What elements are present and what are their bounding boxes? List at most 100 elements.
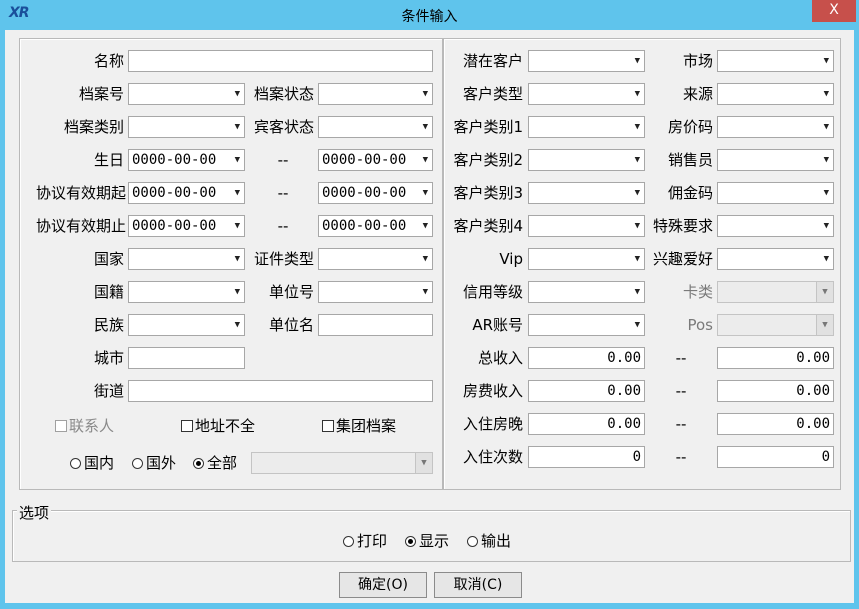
customer-type-combo[interactable]: ▼: [528, 83, 645, 105]
city-label: 城市: [93, 349, 124, 367]
chevron-down-icon: ▼: [234, 122, 240, 132]
agreement-start-from-value: 0000-00-00: [132, 185, 217, 201]
hobby-combo[interactable]: ▼: [717, 248, 834, 270]
options-group-title: 选项: [17, 502, 52, 523]
city-input[interactable]: [128, 347, 245, 369]
customer-category-2-label: 客户类别2: [453, 151, 523, 169]
incomplete-address-checkbox[interactable]: 地址不全: [181, 415, 255, 437]
company-no-combo[interactable]: ▼: [318, 281, 433, 303]
market-combo[interactable]: ▼: [717, 50, 834, 72]
scope-domestic-label: 国内: [84, 454, 115, 472]
display-radio-label: 显示: [419, 532, 450, 550]
room-income-to-input[interactable]: 0.00: [717, 380, 834, 402]
agreement-end-label: 协议有效期止: [35, 217, 126, 235]
radio-dot: [132, 458, 143, 469]
file-status-combo[interactable]: ▼: [318, 83, 433, 105]
export-radio[interactable]: 输出: [467, 530, 511, 552]
scope-foreign-radio[interactable]: 国外: [132, 452, 176, 474]
stay-count-to-input[interactable]: 0: [717, 446, 834, 468]
display-radio[interactable]: 显示: [405, 530, 449, 552]
potential-customer-combo[interactable]: ▼: [528, 50, 645, 72]
name-input[interactable]: [128, 50, 433, 72]
chevron-down-icon: ▼: [234, 287, 240, 297]
source-label: 来源: [682, 85, 713, 103]
file-type-combo[interactable]: ▼: [128, 116, 245, 138]
range-separator: --: [675, 382, 687, 400]
company-name-input[interactable]: [318, 314, 433, 336]
agreement-end-to-picker[interactable]: 0000-00-00 ▼: [318, 215, 433, 237]
chevron-down-icon: ▼: [634, 188, 640, 198]
card-type-combo[interactable]: ▼: [717, 281, 834, 303]
room-nights-from-input[interactable]: 0.00: [528, 413, 645, 435]
salesperson-combo[interactable]: ▼: [717, 149, 834, 171]
chevron-down-icon: ▼: [634, 56, 640, 66]
room-income-label: 房费收入: [462, 382, 523, 400]
scope-all-radio[interactable]: 全部: [193, 452, 237, 474]
ar-account-label: AR账号: [472, 316, 523, 334]
total-income-from-input[interactable]: 0.00: [528, 347, 645, 369]
customer-category-3-combo[interactable]: ▼: [528, 182, 645, 204]
customer-category-4-label: 客户类别4: [453, 217, 523, 235]
range-separator: --: [675, 349, 687, 367]
credit-level-combo[interactable]: ▼: [528, 281, 645, 303]
rate-code-label: 房价码: [667, 118, 713, 136]
chevron-down-icon: ▼: [823, 89, 829, 99]
scope-domestic-radio[interactable]: 国内: [70, 452, 114, 474]
customer-category-1-combo[interactable]: ▼: [528, 116, 645, 138]
agreement-end-from-value: 0000-00-00: [132, 218, 217, 234]
chevron-down-icon: ▼: [823, 188, 829, 198]
chevron-down-icon: ▼: [634, 122, 640, 132]
room-nights-label: 入住房晚: [462, 415, 523, 433]
agreement-end-from-picker[interactable]: 0000-00-00 ▼: [128, 215, 245, 237]
room-income-from-input[interactable]: 0.00: [528, 380, 645, 402]
dialog-client: 名称 档案号 ▼ 档案状态 ▼ 档案类别 ▼ 宾客状态 ▼ 生日 0000-00…: [5, 30, 854, 603]
range-separator: --: [277, 184, 289, 202]
radio-dot: [343, 536, 354, 547]
chevron-down-icon: ▼: [823, 56, 829, 66]
customer-type-label: 客户类型: [462, 85, 523, 103]
guest-status-label: 宾客状态: [253, 118, 314, 136]
nationality-combo[interactable]: ▼: [128, 281, 245, 303]
file-status-label: 档案状态: [253, 85, 314, 103]
close-button[interactable]: X: [812, 0, 856, 22]
chevron-down-icon: ▼: [234, 188, 240, 198]
id-type-combo[interactable]: ▼: [318, 248, 433, 270]
room-nights-to-input[interactable]: 0.00: [717, 413, 834, 435]
customer-category-4-combo[interactable]: ▼: [528, 215, 645, 237]
vip-combo[interactable]: ▼: [528, 248, 645, 270]
incomplete-address-checkbox-label: 地址不全: [195, 417, 256, 435]
agreement-start-to-picker[interactable]: 0000-00-00 ▼: [318, 182, 433, 204]
rate-code-combo[interactable]: ▼: [717, 116, 834, 138]
commission-code-combo[interactable]: ▼: [717, 182, 834, 204]
ethnicity-combo[interactable]: ▼: [128, 314, 245, 336]
agreement-start-to-value: 0000-00-00: [322, 185, 407, 201]
title-bar: XR 条件输入 X: [0, 0, 859, 30]
contact-checkbox-label: 联系人: [69, 417, 115, 435]
ar-account-combo[interactable]: ▼: [528, 314, 645, 336]
group-file-checkbox[interactable]: 集团档案: [322, 415, 396, 437]
contact-checkbox[interactable]: 联系人: [55, 415, 114, 437]
birthday-from-value: 0000-00-00: [132, 152, 217, 168]
cancel-button[interactable]: 取消(C): [434, 572, 522, 598]
birthday-to-picker[interactable]: 0000-00-00 ▼: [318, 149, 433, 171]
source-combo[interactable]: ▼: [717, 83, 834, 105]
print-radio[interactable]: 打印: [343, 530, 387, 552]
total-income-to-input[interactable]: 0.00: [717, 347, 834, 369]
street-input[interactable]: [128, 380, 433, 402]
special-request-combo[interactable]: ▼: [717, 215, 834, 237]
scope-foreign-label: 国外: [146, 454, 177, 472]
chevron-down-icon: ▼: [422, 254, 428, 264]
stay-count-from-input[interactable]: 0: [528, 446, 645, 468]
pos-combo[interactable]: ▼: [717, 314, 834, 336]
range-separator: --: [277, 151, 289, 169]
file-no-combo[interactable]: ▼: [128, 83, 245, 105]
chevron-down-icon: ▼: [634, 320, 640, 330]
country-combo[interactable]: ▼: [128, 248, 245, 270]
birthday-from-picker[interactable]: 0000-00-00 ▼: [128, 149, 245, 171]
agreement-start-from-picker[interactable]: 0000-00-00 ▼: [128, 182, 245, 204]
ok-button[interactable]: 确定(O): [339, 572, 427, 598]
customer-category-2-combo[interactable]: ▼: [528, 149, 645, 171]
guest-status-combo[interactable]: ▼: [318, 116, 433, 138]
scope-combo[interactable]: ▼: [251, 452, 433, 474]
checkbox-box: [181, 420, 193, 432]
